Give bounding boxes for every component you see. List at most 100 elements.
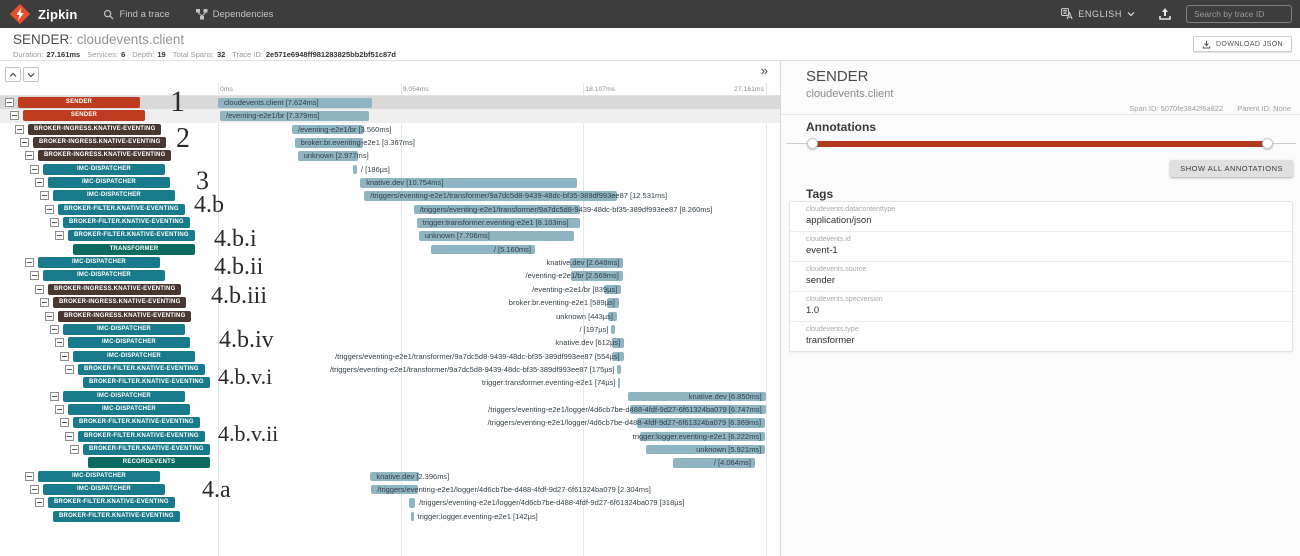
service-badge[interactable]: IMC-DISPATCHER xyxy=(63,324,185,335)
service-badge[interactable]: IMC-DISPATCHER xyxy=(68,337,190,348)
span-bar[interactable] xyxy=(617,365,621,375)
open-detail-panel-icon[interactable]: » xyxy=(761,63,768,78)
expand-toggle-icon[interactable] xyxy=(40,191,49,200)
service-badge[interactable]: BROKER-INGRESS.KNATIVE-EVENTING xyxy=(58,311,191,322)
span-row[interactable]: BROKER-INGRESS.KNATIVE-EVENTINGbroker:br… xyxy=(0,136,780,149)
service-badge[interactable]: BROKER-FILTER.KNATIVE-EVENTING xyxy=(53,511,180,522)
expand-toggle-icon[interactable] xyxy=(55,405,64,414)
slider-left-handle[interactable] xyxy=(807,138,818,149)
expand-toggle-icon[interactable] xyxy=(45,205,54,214)
span-row[interactable]: BROKER-FILTER.KNATIVE-EVENTINGtrigger:lo… xyxy=(0,510,780,523)
slider-selected-range[interactable] xyxy=(812,141,1268,147)
service-badge[interactable]: BROKER-INGRESS.KNATIVE-EVENTING xyxy=(33,137,166,148)
expand-toggle-icon[interactable] xyxy=(30,165,39,174)
expand-toggle-icon[interactable] xyxy=(35,285,44,294)
span-row[interactable]: BROKER-FILTER.KNATIVE-EVENTINGtrigger:tr… xyxy=(0,376,780,389)
download-json-button[interactable]: DOWNLOAD JSON xyxy=(1193,36,1292,52)
service-badge[interactable]: BROKER-FILTER.KNATIVE-EVENTING xyxy=(58,204,185,215)
expand-toggle-icon[interactable] xyxy=(70,445,79,454)
span-row[interactable]: BROKER-FILTER.KNATIVE-EVENTING/triggers/… xyxy=(0,416,780,429)
span-row[interactable]: BROKER-FILTER.KNATIVE-EVENTINGunknown [5… xyxy=(0,443,780,456)
service-badge[interactable]: BROKER-INGRESS.KNATIVE-EVENTING xyxy=(28,124,161,135)
service-badge[interactable]: BROKER-FILTER.KNATIVE-EVENTING xyxy=(48,497,175,508)
span-row[interactable]: IMC-DISPATCHER/triggers/eventing-e2e1/tr… xyxy=(0,189,780,202)
service-badge[interactable]: IMC-DISPATCHER xyxy=(53,190,175,201)
span-row[interactable]: BROKER-FILTER.KNATIVE-EVENTING/triggers/… xyxy=(0,496,780,509)
span-bar[interactable] xyxy=(611,325,615,335)
span-bar[interactable] xyxy=(411,512,414,522)
expand-toggle-icon[interactable] xyxy=(30,271,39,280)
span-row[interactable]: IMC-DISPATCHER/ [197µs] xyxy=(0,323,780,336)
slider-right-handle[interactable] xyxy=(1262,138,1273,149)
service-badge[interactable]: IMC-DISPATCHER xyxy=(38,471,160,482)
service-badge[interactable]: IMC-DISPATCHER xyxy=(73,351,195,362)
span-row[interactable]: IMC-DISPATCHER/ [186µs] xyxy=(0,163,780,176)
span-row[interactable]: IMC-DISPATCHER/triggers/eventing-e2e1/lo… xyxy=(0,403,780,416)
span-row[interactable]: IMC-DISPATCHERknative.dev [2.648ms] xyxy=(0,256,780,269)
expand-toggle-icon[interactable] xyxy=(20,138,29,147)
expand-toggle-icon[interactable] xyxy=(55,338,64,347)
expand-toggle-icon[interactable] xyxy=(10,111,19,120)
nav-find-a-trace[interactable]: Find a trace xyxy=(103,9,169,20)
span-row[interactable]: IMC-DISPATCHER/triggers/eventing-e2e1/lo… xyxy=(0,483,780,496)
expand-toggle-icon[interactable] xyxy=(65,432,74,441)
span-row[interactable]: BROKER-INGRESS.KNATIVE-EVENTING/eventing… xyxy=(0,123,780,136)
span-bar[interactable] xyxy=(618,378,620,388)
expand-all-button[interactable] xyxy=(23,67,39,82)
service-badge[interactable]: IMC-DISPATCHER xyxy=(68,404,190,415)
span-row[interactable]: BROKER-INGRESS.KNATIVE-EVENTING/eventing… xyxy=(0,283,780,296)
upload-trace-button[interactable] xyxy=(1158,7,1172,21)
span-row[interactable]: BROKER-FILTER.KNATIVE-EVENTINGunknown [7… xyxy=(0,229,780,242)
service-badge[interactable]: BROKER-FILTER.KNATIVE-EVENTING xyxy=(83,377,210,388)
span-bar[interactable] xyxy=(409,498,415,508)
span-row[interactable]: BROKER-INGRESS.KNATIVE-EVENTINGunknown [… xyxy=(0,310,780,323)
span-row[interactable]: IMC-DISPATCHERknative.dev [6.850ms] xyxy=(0,390,780,403)
service-badge[interactable]: BROKER-FILTER.KNATIVE-EVENTING xyxy=(83,444,210,455)
expand-toggle-icon[interactable] xyxy=(25,151,34,160)
service-badge[interactable]: IMC-DISPATCHER xyxy=(48,177,170,188)
span-row[interactable]: BROKER-FILTER.KNATIVE-EVENTING/triggers/… xyxy=(0,203,780,216)
span-row[interactable]: BROKER-INGRESS.KNATIVE-EVENTINGunknown [… xyxy=(0,149,780,162)
expand-toggle-icon[interactable] xyxy=(50,218,59,227)
expand-toggle-icon[interactable] xyxy=(50,325,59,334)
service-badge[interactable]: BROKER-INGRESS.KNATIVE-EVENTING xyxy=(48,284,181,295)
span-row[interactable]: BROKER-FILTER.KNATIVE-EVENTINGtrigger:tr… xyxy=(0,216,780,229)
expand-toggle-icon[interactable] xyxy=(15,125,24,134)
span-row[interactable]: SENDERcloudevents.client [7.624ms] xyxy=(0,96,780,109)
span-row[interactable]: IMC-DISPATCHER/eventing-e2e1/br [2.569ms… xyxy=(0,269,780,282)
service-badge[interactable]: IMC-DISPATCHER xyxy=(63,391,185,402)
span-row[interactable]: RECORDEVENTS/ [4.064ms] xyxy=(0,456,780,469)
language-selector[interactable]: ENGLISH xyxy=(1056,8,1140,20)
service-badge[interactable]: BROKER-FILTER.KNATIVE-EVENTING xyxy=(78,431,205,442)
expand-toggle-icon[interactable] xyxy=(45,312,54,321)
nav-dependencies[interactable]: Dependencies xyxy=(196,9,274,20)
span-row[interactable]: IMC-DISPATCHERknative.dev [2.396ms] xyxy=(0,470,780,483)
service-badge[interactable]: SENDER xyxy=(23,110,145,121)
expand-toggle-icon[interactable] xyxy=(25,472,34,481)
expand-toggle-icon[interactable] xyxy=(65,365,74,374)
expand-toggle-icon[interactable] xyxy=(60,418,69,427)
expand-toggle-icon[interactable] xyxy=(35,178,44,187)
show-all-annotations-button[interactable]: SHOW ALL ANNOTATIONS xyxy=(1170,160,1293,177)
expand-toggle-icon[interactable] xyxy=(50,392,59,401)
span-bar[interactable] xyxy=(353,165,357,175)
expand-toggle-icon[interactable] xyxy=(40,298,49,307)
service-badge[interactable]: BROKER-FILTER.KNATIVE-EVENTING xyxy=(63,217,190,228)
service-badge[interactable]: TRANSFORMER xyxy=(73,244,195,255)
span-row[interactable]: BROKER-FILTER.KNATIVE-EVENTINGtrigger:lo… xyxy=(0,430,780,443)
collapse-all-button[interactable] xyxy=(5,67,21,82)
service-badge[interactable]: BROKER-INGRESS.KNATIVE-EVENTING xyxy=(53,297,186,308)
span-row[interactable]: BROKER-INGRESS.KNATIVE-EVENTINGbroker:br… xyxy=(0,296,780,309)
expand-toggle-icon[interactable] xyxy=(5,98,14,107)
service-badge[interactable]: BROKER-FILTER.KNATIVE-EVENTING xyxy=(78,364,205,375)
service-badge[interactable]: RECORDEVENTS xyxy=(88,457,210,468)
span-row[interactable]: IMC-DISPATCHERknative.dev [612µs] xyxy=(0,336,780,349)
service-badge[interactable]: BROKER-FILTER.KNATIVE-EVENTING xyxy=(73,417,200,428)
service-badge[interactable]: SENDER xyxy=(18,97,140,108)
expand-toggle-icon[interactable] xyxy=(25,258,34,267)
span-row[interactable]: BROKER-FILTER.KNATIVE-EVENTING/triggers/… xyxy=(0,363,780,376)
search-by-trace-id-input[interactable] xyxy=(1186,5,1292,23)
span-row[interactable]: TRANSFORMER/ [5.160ms] xyxy=(0,243,780,256)
expand-toggle-icon[interactable] xyxy=(60,352,69,361)
service-badge[interactable]: IMC-DISPATCHER xyxy=(43,484,165,495)
